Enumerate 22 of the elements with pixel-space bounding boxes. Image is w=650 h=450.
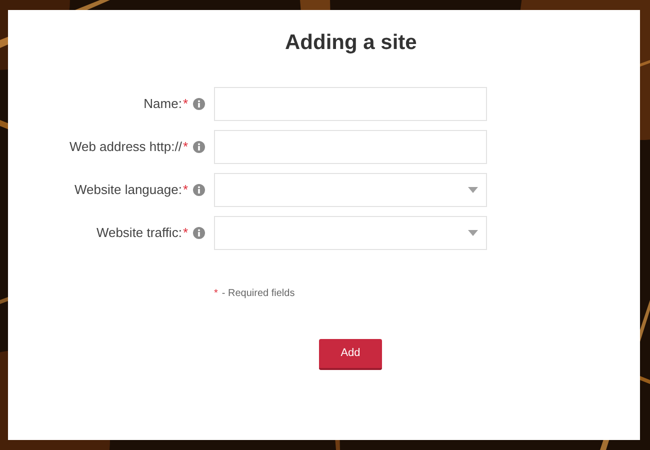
- info-icon[interactable]: [193, 140, 205, 152]
- info-icon[interactable]: [193, 98, 205, 110]
- input-field[interactable]: [214, 130, 487, 164]
- add-button[interactable]: Add: [319, 338, 382, 370]
- field-label: Website language:: [74, 180, 182, 199]
- field-label: Name:: [144, 94, 182, 113]
- required-asterisk: *: [182, 224, 188, 242]
- dropdown-arrow-icon: [468, 186, 478, 192]
- dropdown-arrow-icon: [468, 230, 478, 236]
- required-asterisk: *: [214, 286, 218, 300]
- field-label: Website traffic:: [96, 224, 182, 242]
- page-title: Adding a site: [285, 30, 417, 56]
- select-field[interactable]: [214, 172, 487, 206]
- required-asterisk: *: [182, 180, 188, 199]
- info-icon[interactable]: [193, 184, 205, 196]
- required-note: - Required fields: [222, 286, 295, 300]
- required-asterisk: *: [182, 94, 188, 113]
- info-icon[interactable]: [193, 226, 205, 238]
- field-label: Web address http://: [69, 138, 182, 156]
- input-field[interactable]: [214, 86, 487, 120]
- select-field[interactable]: [214, 216, 487, 250]
- required-asterisk: *: [182, 138, 188, 156]
